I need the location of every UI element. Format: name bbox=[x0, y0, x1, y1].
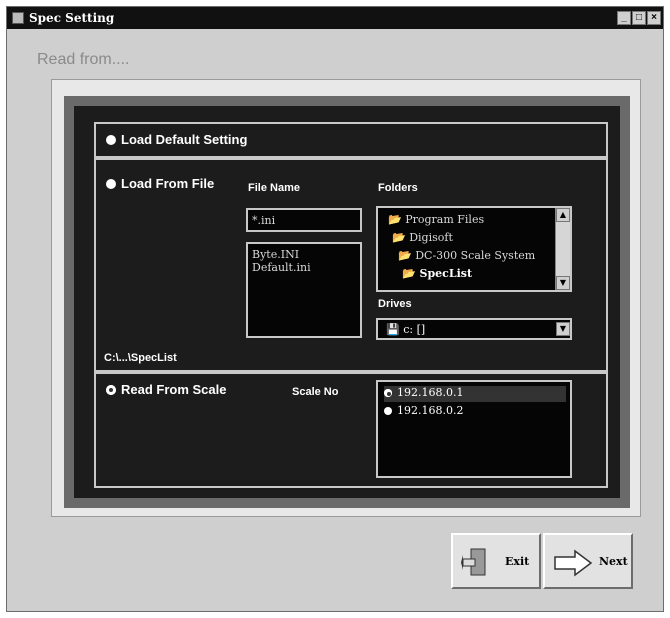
read-from-scale-label: Read From Scale bbox=[121, 382, 227, 397]
exit-button[interactable]: Exit bbox=[451, 533, 541, 589]
folder-item[interactable]: 📂 Digisoft bbox=[392, 231, 453, 244]
current-path: C:\...\SpecList bbox=[104, 352, 177, 364]
minimize-button[interactable]: _ bbox=[617, 11, 631, 25]
scale-no-label: Scale No bbox=[292, 386, 339, 398]
right-arrow-icon bbox=[554, 549, 593, 577]
maximize-button[interactable]: □ bbox=[632, 11, 646, 25]
file-name-input[interactable]: *.ini bbox=[246, 208, 362, 232]
next-button[interactable]: Next bbox=[543, 533, 633, 589]
dropdown-arrow-icon[interactable]: ▼ bbox=[556, 322, 570, 336]
file-list-item[interactable]: Byte.INI bbox=[252, 248, 360, 261]
radio-scale-icon bbox=[106, 385, 116, 395]
read-from-scale-radio[interactable]: Read From Scale bbox=[106, 382, 227, 397]
close-button[interactable]: × bbox=[647, 11, 661, 25]
radio-file-icon bbox=[106, 179, 116, 189]
folders-list[interactable]: 📂 Program Files 📂 Digisoft 📂 DC-300 Scal… bbox=[376, 206, 572, 292]
drives-select[interactable]: 💾 c: [] ▼ bbox=[376, 318, 572, 340]
options-panel: Load Default Setting Load From File File… bbox=[51, 79, 641, 517]
file-list-item[interactable]: Default.ini bbox=[252, 261, 360, 274]
file-name-label: File Name bbox=[248, 182, 300, 194]
drives-label: Drives bbox=[378, 298, 412, 310]
file-list[interactable]: Byte.INI Default.ini bbox=[246, 242, 362, 338]
scroll-up-icon[interactable]: ▲ bbox=[556, 208, 570, 222]
folder-item[interactable]: 📂 DC-300 Scale System bbox=[398, 249, 535, 262]
folders-label: Folders bbox=[378, 182, 418, 194]
scale-list[interactable]: 192.168.0.1 192.168.0.2 bbox=[376, 380, 572, 478]
window-title: Spec Setting bbox=[29, 11, 115, 25]
load-default-label: Load Default Setting bbox=[121, 132, 248, 147]
next-label: Next bbox=[599, 555, 628, 568]
folder-item-selected[interactable]: 📂 SpecList bbox=[402, 267, 472, 280]
load-from-file-radio[interactable]: Load From File bbox=[106, 176, 214, 191]
title-bar: Spec Setting _ □ × bbox=[7, 7, 663, 29]
folder-item[interactable]: 📂 Program Files bbox=[388, 213, 484, 226]
load-default-radio[interactable]: Load Default Setting bbox=[106, 132, 247, 147]
exit-door-icon bbox=[461, 548, 486, 576]
read-from-heading: Read from.... bbox=[37, 51, 130, 68]
radio-default-icon bbox=[106, 135, 116, 145]
scale-radio-icon bbox=[384, 389, 392, 397]
load-from-file-label: Load From File bbox=[121, 176, 215, 191]
default-section: Load Default Setting bbox=[94, 122, 608, 158]
scale-radio-icon bbox=[384, 407, 392, 415]
scale-item-selected[interactable]: 192.168.0.1 bbox=[384, 386, 566, 402]
folders-scrollbar[interactable]: ▲ ▼ bbox=[555, 208, 570, 290]
app-icon bbox=[12, 12, 24, 24]
scale-item[interactable]: 192.168.0.2 bbox=[384, 404, 463, 417]
scale-section: Read From Scale Scale No 192.168.0.1 192… bbox=[94, 372, 608, 488]
exit-label: Exit bbox=[505, 555, 530, 568]
options-frame: Load Default Setting Load From File File… bbox=[64, 96, 630, 508]
options-inner: Load Default Setting Load From File File… bbox=[74, 106, 620, 498]
scroll-down-icon[interactable]: ▼ bbox=[556, 276, 570, 290]
drive-value: 💾 c: [] bbox=[386, 323, 426, 336]
file-section: Load From File File Name *.ini Byte.INI … bbox=[94, 158, 608, 372]
spec-setting-window: Spec Setting _ □ × Read from.... Load De… bbox=[6, 6, 664, 612]
